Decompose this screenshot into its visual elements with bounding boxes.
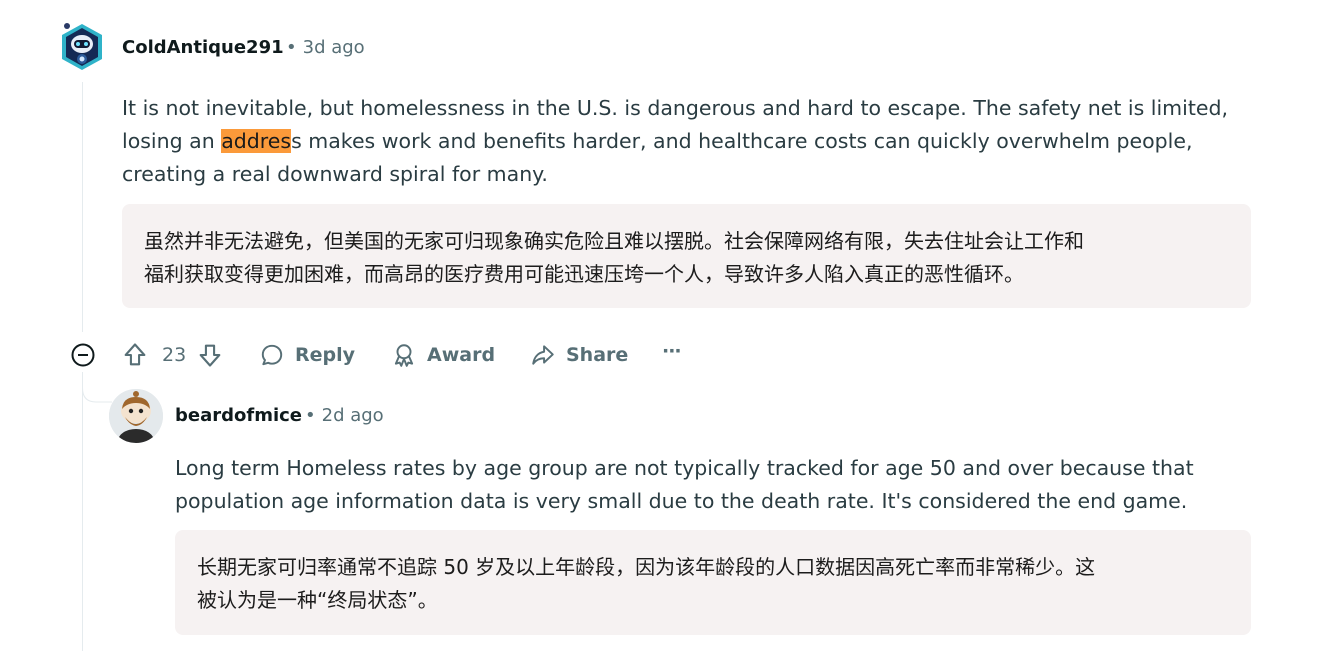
thread-connector <box>82 378 112 403</box>
share-button[interactable]: Share <box>530 342 628 368</box>
snoo-avatar-icon <box>109 389 163 443</box>
reply-body: Long term Homeless rates by age group ar… <box>175 452 1255 518</box>
reply-body-line: population age information data is very … <box>175 489 1188 513</box>
collapse-thread-button[interactable] <box>71 343 95 367</box>
award-button[interactable]: Award <box>391 342 495 368</box>
reply-timestamp[interactable]: 2d ago <box>322 405 384 426</box>
user-avatar[interactable] <box>58 20 106 76</box>
upvote-icon <box>124 343 146 366</box>
reply-user-avatar[interactable] <box>109 389 163 443</box>
comment-body-text: s makes work and benefits harder, and he… <box>291 129 1193 153</box>
more-options-button[interactable]: ··· <box>662 340 682 362</box>
thread-line-lower <box>82 372 83 651</box>
reply-author[interactable]: beardofmice <box>175 405 302 426</box>
translation-line: 被认为是一种“终局状态”。 <box>197 588 438 612</box>
search-highlight: addres <box>221 129 292 153</box>
share-icon <box>532 345 554 365</box>
translation-line: 福利获取变得更加困难，而高昂的医疗费用可能迅速压垮一个人，导致许多人陷入真正的恶… <box>144 262 1024 286</box>
reply-label: Reply <box>295 344 356 366</box>
vote-count-value: 23 <box>162 344 187 366</box>
comment-body-line: creating a real downward spiral for many… <box>122 162 548 186</box>
meta-separator: • <box>286 37 297 58</box>
reply-meta: • 2d ago <box>305 405 384 426</box>
thread-line-main <box>82 82 83 332</box>
reply-body-line: Long term Homeless rates by age group ar… <box>175 456 1194 480</box>
award-icon <box>394 344 414 367</box>
comment-meta: • 3d ago <box>286 37 365 58</box>
comment-body-line: losing an address makes work and benefit… <box>122 125 1252 158</box>
reply-icon <box>261 344 283 366</box>
downvote-icon <box>199 344 221 367</box>
meta-separator: • <box>305 405 316 426</box>
comment-body-line: It is not inevitable, but homelessness i… <box>122 96 1229 120</box>
upvote-button[interactable] <box>121 341 149 369</box>
comment-body-text: losing an <box>122 129 222 153</box>
reply-translation-block: 长期无家可归率通常不追踪 50 岁及以上年龄段，因为该年龄段的人口数据因高死亡率… <box>175 530 1251 635</box>
vote-count: 23 <box>162 344 186 366</box>
translation-block: 虽然并非无法避免，但美国的无家可归现象确实危险且难以摆脱。社会保障网络有限，失去… <box>122 204 1251 308</box>
comment-author[interactable]: ColdAntique291 <box>122 37 284 58</box>
comment-timestamp[interactable]: 3d ago <box>303 37 365 58</box>
share-label: Share <box>566 344 629 366</box>
award-label: Award <box>427 344 496 366</box>
downvote-button[interactable] <box>196 341 224 369</box>
more-icon: ··· <box>662 340 682 362</box>
translation-line: 长期无家可归率通常不追踪 50 岁及以上年龄段，因为该年龄段的人口数据因高死亡率… <box>197 555 1096 579</box>
collapse-icon <box>71 343 95 367</box>
comment-body: It is not inevitable, but homelessness i… <box>122 92 1252 191</box>
translation-line: 虽然并非无法避免，但美国的无家可归现象确实危险且难以摆脱。社会保障网络有限，失去… <box>144 229 1084 253</box>
robot-avatar-icon <box>62 23 102 70</box>
reply-button[interactable]: Reply <box>259 342 355 368</box>
